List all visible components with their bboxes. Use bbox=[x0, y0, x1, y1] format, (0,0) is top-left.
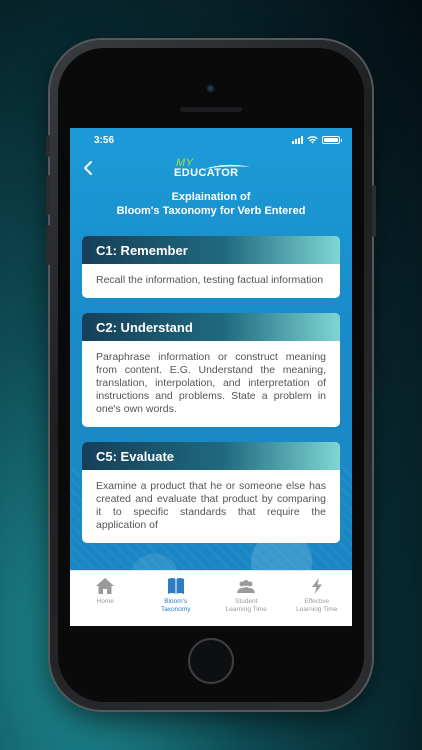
card-title: C5: Evaluate bbox=[82, 442, 340, 470]
home-button[interactable] bbox=[188, 638, 234, 684]
tab-effective-learning-time[interactable]: Effective Learning Time bbox=[282, 571, 353, 626]
logo-educator-text: EDUCATOR bbox=[174, 167, 239, 179]
tab-home[interactable]: Home bbox=[70, 571, 141, 626]
tab-label-secondary: Learning Time bbox=[225, 606, 267, 613]
app-screen: 3:56 MY EDUCATOR Explaination of Bloom's… bbox=[70, 128, 352, 626]
volume-down-button bbox=[46, 225, 50, 265]
card-description: Examine a product that he or someone els… bbox=[96, 480, 326, 531]
power-button bbox=[372, 185, 376, 237]
status-time: 3:56 bbox=[94, 134, 115, 146]
front-camera bbox=[206, 84, 215, 93]
tab-label: Effective bbox=[304, 598, 330, 605]
bottom-tab-bar: Home Bloom's Taxonomy Student Learning T… bbox=[70, 570, 352, 626]
page-title-line1: Explaination of bbox=[171, 191, 251, 203]
taxonomy-card-list: C1: Remember Recall the information, tes… bbox=[82, 236, 340, 558]
volume-up-button bbox=[46, 175, 50, 215]
book-icon bbox=[167, 578, 184, 594]
taxonomy-card-evaluate: C5: Evaluate Examine a product that he o… bbox=[82, 442, 340, 543]
mute-switch bbox=[46, 135, 50, 157]
lightning-icon bbox=[311, 578, 322, 594]
tab-label: Home bbox=[96, 598, 114, 605]
earpiece-speaker bbox=[180, 107, 242, 112]
wifi-icon bbox=[307, 136, 318, 144]
phone-frame: 3:56 MY EDUCATOR Explaination of Bloom's… bbox=[46, 40, 376, 710]
back-button[interactable] bbox=[78, 157, 98, 179]
tab-student-learning-time[interactable]: Student Learning Time bbox=[211, 571, 282, 626]
taxonomy-card-remember: C1: Remember Recall the information, tes… bbox=[82, 236, 340, 298]
page-title-line2: Bloom's Taxonomy for Verb Entered bbox=[116, 205, 306, 217]
home-icon bbox=[96, 578, 115, 594]
battery-icon bbox=[322, 136, 342, 144]
tab-label-secondary: Learning Time bbox=[296, 606, 338, 613]
taxonomy-card-understand: C2: Understand Paraphrase information or… bbox=[82, 313, 340, 427]
card-title: C1: Remember bbox=[82, 236, 340, 264]
status-icons bbox=[292, 136, 342, 144]
tab-blooms-taxonomy[interactable]: Bloom's Taxonomy bbox=[141, 571, 212, 626]
tab-label-secondary: Taxonomy bbox=[160, 606, 191, 613]
card-description: Paraphrase information or construct mean… bbox=[96, 351, 326, 415]
status-bar: 3:56 bbox=[70, 128, 352, 152]
app-header: MY EDUCATOR bbox=[70, 154, 352, 184]
students-icon bbox=[237, 580, 256, 593]
tab-label: Student bbox=[235, 598, 258, 605]
card-description: Recall the information, testing factual … bbox=[96, 274, 324, 286]
card-title: C2: Understand bbox=[82, 313, 340, 341]
my-educator-logo: MY EDUCATOR bbox=[174, 157, 252, 182]
page-title: Explaination of Bloom's Taxonomy for Ver… bbox=[70, 190, 352, 218]
cellular-signal-icon bbox=[292, 136, 303, 144]
tab-label: Bloom's bbox=[164, 598, 188, 605]
chevron-left-icon bbox=[84, 161, 92, 175]
